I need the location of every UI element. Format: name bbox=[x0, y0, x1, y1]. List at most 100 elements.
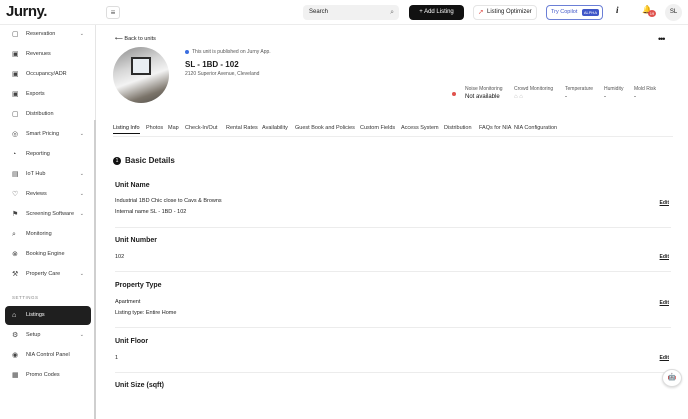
promo-code-icon: ▦ bbox=[12, 372, 19, 379]
try-copilot-button[interactable]: Try Copilot ALPHA bbox=[546, 5, 603, 20]
tab-map[interactable]: Map bbox=[168, 125, 179, 131]
user-avatar[interactable]: SL bbox=[665, 4, 682, 21]
reporting-icon: ◔ bbox=[12, 151, 17, 158]
distribution-icon: ▢ bbox=[12, 111, 19, 118]
arrow-left-icon: ⟵ bbox=[115, 36, 125, 42]
chevron-down-icon: ⌄ bbox=[79, 271, 84, 277]
listing-optimizer-label: Listing Optimizer bbox=[487, 9, 532, 15]
sidebar-item-promo-codes[interactable]: ▦ Promo Codes bbox=[5, 366, 91, 385]
published-text: This unit is published on Jurny App. bbox=[192, 49, 271, 55]
sidebar-item-reviews[interactable]: ♡ Reviews ⌄ bbox=[5, 185, 91, 204]
sidebar-item-nia-control-panel[interactable]: ◉ NIA Control Panel bbox=[5, 346, 91, 365]
edit-button[interactable]: Edit bbox=[660, 200, 669, 206]
monitor-value: - bbox=[634, 94, 636, 100]
tab-availability[interactable]: Availability bbox=[262, 125, 288, 131]
sidebar-item-booking-engine[interactable]: ⊗ Booking Engine bbox=[5, 245, 91, 264]
sidebar-item-label: Setup bbox=[26, 332, 41, 338]
tab-custom-fields[interactable]: Custom Fields bbox=[360, 125, 395, 131]
sidebar-item-exports[interactable]: ▣ Exports bbox=[5, 85, 91, 104]
sidebar-item-listings[interactable]: ⌂ Listings bbox=[5, 306, 91, 325]
add-listing-button[interactable]: + Add Listing bbox=[409, 5, 464, 20]
tools-icon: ⚒ bbox=[12, 271, 19, 278]
monitor-value: - bbox=[604, 94, 606, 100]
field-unit-name: Unit Name Industrial 1BD Chic close to C… bbox=[115, 182, 671, 228]
sidebar-item-property-care[interactable]: ⚒ Property Care ⌄ bbox=[5, 265, 91, 284]
edit-button[interactable]: Edit bbox=[660, 300, 669, 306]
sidebar-item-screening-software[interactable]: ⚑ Screening Software ⌄ bbox=[5, 205, 91, 224]
sidebar-item-revenues[interactable]: ▣ Revenues bbox=[5, 45, 91, 64]
unit-photo[interactable] bbox=[113, 47, 169, 103]
section-number-badge: 1 bbox=[113, 157, 121, 165]
back-to-units-link[interactable]: ⟵ Back to units bbox=[115, 35, 156, 43]
tab-photos[interactable]: Photos bbox=[146, 125, 163, 131]
unit-tabs: Listing Info Photos Map Check-In/Out Ren… bbox=[113, 125, 673, 137]
sidebar-item-occupancy[interactable]: ▣ Occupancy/ADR bbox=[5, 65, 91, 84]
jurny-logo[interactable]: Jurny. bbox=[6, 3, 47, 20]
mold-risk: Mold Risk - bbox=[634, 86, 656, 100]
sidebar-item-label: Exports bbox=[26, 91, 45, 97]
chevron-down-icon: ⌄ bbox=[79, 332, 84, 338]
tab-rental-rates[interactable]: Rental Rates bbox=[226, 125, 258, 131]
pricing-icon: ◎ bbox=[12, 131, 19, 138]
sidebar-item-monitoring[interactable]: ⌕ Monitoring bbox=[5, 225, 91, 244]
search-icon: ⌕ bbox=[390, 9, 394, 16]
tab-access-system[interactable]: Access System bbox=[401, 125, 439, 131]
alpha-badge: ALPHA bbox=[581, 9, 599, 16]
tab-listing-info[interactable]: Listing Info bbox=[113, 125, 140, 134]
tab-guest-book[interactable]: Guest Book and Policies bbox=[295, 125, 355, 131]
sidebar: ▢ Reservation ⌄ ▣ Revenues ▣ Occupancy/ADR ▣… bbox=[0, 25, 96, 419]
monitoring-search-icon: ⌕ bbox=[12, 231, 16, 238]
more-options-icon[interactable]: ••• bbox=[658, 34, 666, 44]
tab-distribution[interactable]: Distribution bbox=[444, 125, 472, 131]
sidebar-item-label: Promo Codes bbox=[26, 372, 60, 378]
edit-button[interactable]: Edit bbox=[660, 355, 669, 361]
robot-icon[interactable]: 🤖 bbox=[662, 369, 682, 387]
home-icon: ⌂ bbox=[12, 312, 17, 319]
revenue-chart-icon: ▣ bbox=[12, 51, 19, 58]
flag-icon: ⚑ bbox=[12, 211, 19, 218]
tab-nia-configuration[interactable]: NIA Configuration bbox=[514, 125, 557, 131]
sidebar-item-reservation[interactable]: ▢ Reservation ⌄ bbox=[5, 25, 91, 44]
field-unit-number: Unit Number 102 Edit bbox=[115, 237, 671, 272]
notification-count-badge: 19 bbox=[648, 10, 656, 17]
edit-button[interactable]: Edit bbox=[660, 254, 669, 260]
sidebar-item-setup[interactable]: ⚙ Setup ⌄ bbox=[5, 326, 91, 345]
sidebar-item-label: Revenues bbox=[26, 51, 51, 57]
tab-check-in-out[interactable]: Check-In/Out bbox=[185, 125, 217, 131]
sidebar-item-smart-pricing[interactable]: ◎ Smart Pricing ⌄ bbox=[5, 125, 91, 144]
field-label: Unit Floor bbox=[115, 338, 149, 345]
sidebar-toggle-icon[interactable]: ≡ bbox=[106, 6, 120, 19]
monitor-label: Temperature bbox=[565, 86, 594, 92]
monitor-label: Humidity bbox=[604, 86, 624, 92]
noise-monitoring: Noise Monitoring Not available bbox=[465, 86, 503, 100]
sidebar-item-label: Listings bbox=[26, 312, 45, 318]
sidebar-item-label: Reservation bbox=[26, 31, 56, 37]
sidebar-item-label: IoT Hub bbox=[26, 171, 46, 177]
notifications-bell-icon[interactable]: 🔔 19 bbox=[642, 5, 656, 17]
field-value: Industrial 1BD Chic close to Cavs & Brow… bbox=[115, 198, 222, 204]
field-property-type: Property Type Apartment Listing type: En… bbox=[115, 282, 671, 328]
chevron-down-icon: ⌄ bbox=[79, 171, 84, 177]
field-listing-type: Listing type: Entire Home bbox=[115, 310, 177, 316]
info-icon[interactable]: i bbox=[616, 5, 619, 15]
search-input[interactable]: Search ⌕ bbox=[303, 5, 399, 20]
tab-faqs-for-nia[interactable]: FAQs for NIA bbox=[479, 125, 511, 131]
chevron-down-icon: ⌄ bbox=[79, 191, 84, 197]
noise-status-dot-icon bbox=[452, 92, 456, 96]
sidebar-item-distribution[interactable]: ▢ Distribution bbox=[5, 105, 91, 124]
sidebar-item-iot-hub[interactable]: ▤ IoT Hub ⌄ bbox=[5, 165, 91, 184]
copilot-label: Try Copilot bbox=[551, 9, 578, 15]
unit-address: 2120 Superior Avenue, Cleveland bbox=[185, 71, 260, 77]
field-value: 1 bbox=[115, 355, 119, 361]
back-label: Back to units bbox=[124, 36, 156, 42]
sidebar-item-reporting[interactable]: ◔ Reporting bbox=[5, 145, 91, 164]
listing-optimizer-button[interactable]: ➚ Listing Optimizer bbox=[473, 5, 537, 20]
chevron-down-icon: ⌄ bbox=[79, 131, 84, 137]
occupancy-chart-icon: ▣ bbox=[12, 71, 19, 78]
crowd-monitoring: Crowd Monitoring ⌂ ⌂ bbox=[514, 86, 553, 100]
field-label: Unit Size (sqft) bbox=[115, 382, 164, 389]
published-dot-icon bbox=[185, 50, 189, 54]
sidebar-item-label: Property Care bbox=[26, 271, 61, 277]
booking-engine-icon: ⊗ bbox=[12, 251, 18, 258]
sidebar-item-label: Occupancy/ADR bbox=[26, 71, 67, 77]
